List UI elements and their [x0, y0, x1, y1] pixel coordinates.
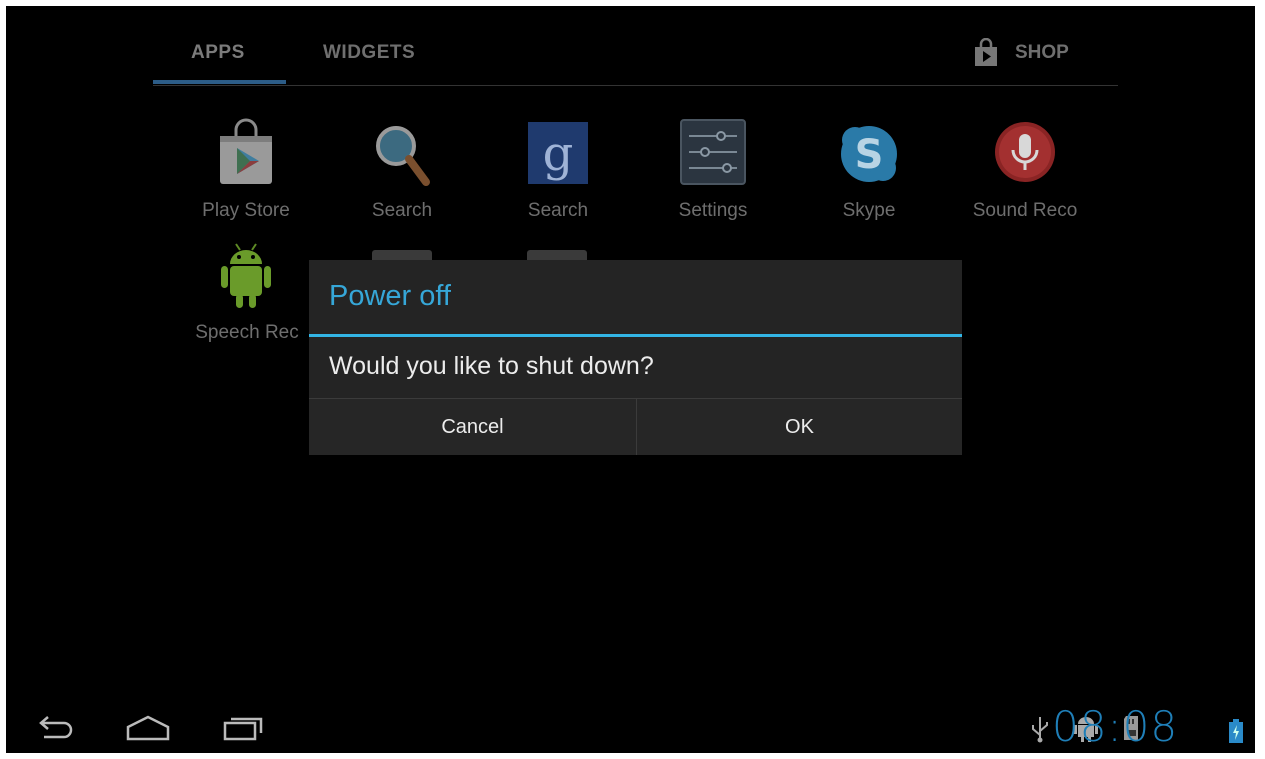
shop-label: SHOP: [1015, 42, 1069, 63]
svg-text:S: S: [855, 132, 884, 178]
app-search[interactable]: Search: [327, 118, 477, 222]
home-button[interactable]: [124, 709, 174, 749]
app-speech-recorder[interactable]: Speech Rec: [171, 240, 321, 344]
dialog-title-divider: [309, 334, 962, 337]
magnifier-search-icon: [366, 118, 438, 190]
settings-sliders-icon: [677, 118, 749, 190]
app-label: Search: [527, 200, 589, 221]
clock: 08:08: [1052, 702, 1179, 751]
tab-divider: [153, 85, 1118, 86]
play-store-icon: [210, 118, 282, 190]
recent-apps-button[interactable]: [219, 709, 269, 749]
back-arrow-icon: [39, 716, 73, 739]
cancel-button[interactable]: Cancel: [309, 399, 637, 455]
dialog-button-row: Cancel OK: [309, 398, 962, 455]
shopping-bag-icon: [971, 37, 1001, 68]
google-search-icon: g: [522, 118, 594, 190]
dialog-title: Power off: [329, 280, 451, 312]
ok-button[interactable]: OK: [637, 399, 962, 455]
tab-widgets[interactable]: WIDGETS: [323, 42, 415, 64]
back-button[interactable]: [30, 709, 80, 749]
app-sound-recorder[interactable]: Sound Reco: [950, 118, 1100, 222]
svg-text:g: g: [543, 126, 574, 182]
app-label: Settings: [678, 200, 748, 221]
hidden-app-icon: [527, 250, 587, 260]
active-tab-indicator: [153, 80, 286, 84]
app-label: Search: [371, 200, 433, 221]
app-label: Skype: [842, 200, 896, 221]
app-label: Play Store: [202, 200, 290, 221]
shop-button[interactable]: SHOP: [971, 37, 1069, 68]
hidden-app-icon: [372, 250, 432, 260]
app-play-store[interactable]: Play Store: [171, 118, 321, 222]
recent-apps-icon: [223, 717, 263, 741]
app-label: Speech Rec: [195, 322, 299, 343]
app-settings[interactable]: Settings: [638, 118, 788, 222]
app-label: Sound Reco: [972, 200, 1078, 221]
app-google-search[interactable]: g Search: [483, 118, 633, 222]
usb-icon: [1032, 717, 1048, 743]
app-skype[interactable]: S Skype: [794, 118, 944, 222]
battery-charging-icon: [1229, 719, 1243, 743]
sound-recorder-mic-icon: [989, 118, 1061, 190]
android-robot-icon: [210, 240, 282, 312]
system-bar: 08:08: [0, 699, 1265, 759]
dialog-message: Would you like to shut down?: [329, 352, 654, 380]
skype-icon: S: [833, 118, 905, 190]
tab-apps[interactable]: APPS: [191, 42, 245, 64]
power-off-dialog: Power off Would you like to shut down? C…: [309, 260, 962, 455]
app-drawer-tabbar: APPS WIDGETS SHOP: [153, 28, 1118, 88]
home-icon: [126, 715, 170, 741]
